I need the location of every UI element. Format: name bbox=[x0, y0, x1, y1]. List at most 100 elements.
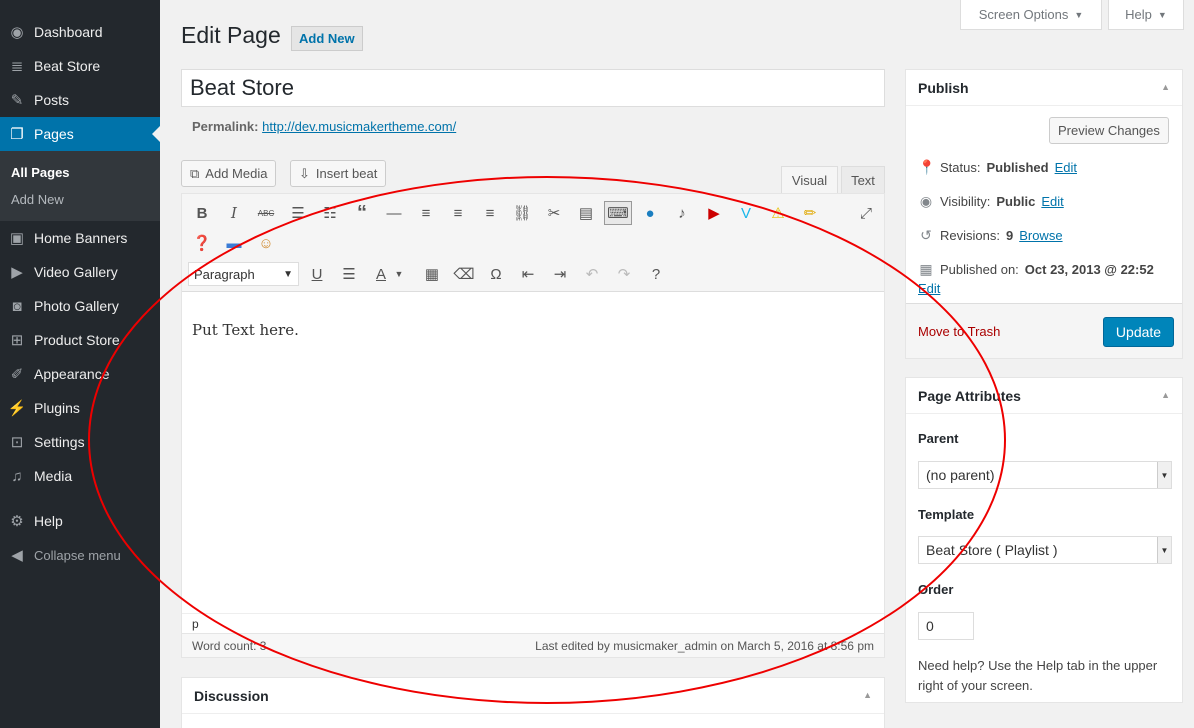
help-label: Help bbox=[1125, 7, 1152, 22]
page-attributes-title[interactable]: Page Attributes bbox=[906, 378, 1182, 414]
user-icon[interactable]: ☺ bbox=[254, 231, 278, 255]
menu-media[interactable]: ♫ Media bbox=[0, 459, 160, 493]
menu-dashboard[interactable]: ◉ Dashboard bbox=[0, 15, 160, 49]
bold-icon[interactable]: B bbox=[190, 201, 214, 225]
menu-posts[interactable]: ✎ Posts bbox=[0, 83, 160, 117]
download-icon: ⇩ bbox=[299, 165, 310, 181]
collapse-arrow-icon[interactable]: ▲ bbox=[1161, 390, 1170, 400]
menu-label: Help bbox=[34, 513, 63, 529]
menu-help[interactable]: ⚙ Help bbox=[0, 504, 160, 538]
toolbar-toggle-icon[interactable]: ⌨ bbox=[604, 201, 632, 225]
submenu-add-new[interactable]: Add New bbox=[11, 192, 64, 207]
calendar-icon: ▦ bbox=[919, 261, 933, 277]
add-new-button[interactable]: Add New bbox=[291, 26, 363, 51]
quote-bubble-icon[interactable]: ● bbox=[638, 201, 662, 225]
chevron-down-icon[interactable]: ▼ bbox=[392, 262, 406, 286]
format-select[interactable]: Paragraph ▼ bbox=[188, 262, 299, 286]
unlink-icon[interactable]: ✂ bbox=[542, 201, 566, 225]
screen-options-tab[interactable]: Screen Options ▼ bbox=[960, 0, 1102, 30]
tab-visual[interactable]: Visual bbox=[781, 166, 838, 194]
keyboard-shortcuts-icon[interactable]: ? bbox=[644, 262, 668, 286]
plugin-icon: ⚡ bbox=[7, 400, 27, 417]
outdent-icon[interactable]: ⇤ bbox=[516, 262, 540, 286]
bullet-list-icon[interactable]: ☰ bbox=[286, 201, 310, 225]
align-right-icon[interactable]: ≡ bbox=[478, 201, 502, 225]
read-more-icon[interactable]: ▤ bbox=[574, 201, 598, 225]
help-tab[interactable]: Help ▼ bbox=[1108, 0, 1184, 30]
menu-beat-store[interactable]: ≣ Beat Store bbox=[0, 49, 160, 83]
image-icon[interactable]: ▬ bbox=[222, 231, 246, 255]
menu-label: Home Banners bbox=[34, 230, 128, 246]
menu-label: Photo Gallery bbox=[34, 298, 119, 314]
parent-select[interactable]: (no parent) ▼ bbox=[918, 461, 1172, 489]
submenu-all-pages[interactable]: All Pages bbox=[11, 165, 70, 180]
numbered-list-icon[interactable]: ☷ bbox=[318, 201, 342, 225]
menu-settings[interactable]: ⊡ Settings bbox=[0, 425, 160, 459]
order-input[interactable]: 0 bbox=[918, 612, 974, 640]
collapse-arrow-icon[interactable]: ▲ bbox=[1161, 82, 1170, 92]
pencil-icon[interactable]: ✏ bbox=[798, 201, 822, 225]
tab-text[interactable]: Text bbox=[841, 166, 885, 194]
italic-icon[interactable]: I bbox=[222, 201, 246, 225]
indent-icon[interactable]: ⇥ bbox=[548, 262, 572, 286]
paste-text-icon[interactable]: ▦ bbox=[420, 262, 444, 286]
parent-value: (no parent) bbox=[926, 467, 995, 483]
horizontal-line-icon[interactable]: — bbox=[382, 201, 406, 225]
underline-icon[interactable]: U bbox=[305, 262, 329, 286]
editor-content[interactable]: Put Text here. bbox=[192, 321, 299, 339]
edit-visibility-link[interactable]: Edit bbox=[1041, 194, 1063, 209]
audio-icon[interactable]: ♪ bbox=[670, 201, 694, 225]
post-title-input[interactable]: Beat Store bbox=[181, 69, 885, 107]
align-center-icon[interactable]: ≡ bbox=[446, 201, 470, 225]
edit-date-link[interactable]: Edit bbox=[918, 281, 940, 296]
update-button[interactable]: Update bbox=[1103, 317, 1174, 347]
collapse-menu-button[interactable]: ◀ Collapse menu bbox=[0, 538, 160, 572]
link-icon[interactable]: ⛓ bbox=[510, 201, 534, 225]
edit-status-link[interactable]: Edit bbox=[1055, 160, 1077, 175]
text-color-icon[interactable]: A bbox=[369, 262, 393, 286]
collapse-arrow-icon: ◀ bbox=[11, 547, 23, 564]
camera-icon: ◙ bbox=[12, 297, 22, 315]
template-select[interactable]: Beat Store ( Playlist ) ▼ bbox=[918, 536, 1172, 564]
status-label: Status: bbox=[940, 160, 981, 175]
menu-photo-gallery[interactable]: ◙ Photo Gallery bbox=[0, 289, 160, 323]
vimeo-icon[interactable]: V bbox=[734, 201, 758, 225]
menu-product-store[interactable]: ⊞ Product Store bbox=[0, 323, 160, 357]
warning-icon[interactable]: ⚠ bbox=[766, 201, 790, 225]
last-edited: Last edited by musicmaker_admin on March… bbox=[535, 638, 874, 653]
redo-icon[interactable]: ↷ bbox=[612, 262, 636, 286]
chevron-down-icon: ▼ bbox=[283, 268, 293, 280]
menu-label: Product Store bbox=[34, 332, 120, 348]
publish-title[interactable]: Publish bbox=[906, 70, 1182, 106]
parent-label: Parent bbox=[918, 431, 959, 446]
special-character-icon[interactable]: Ω bbox=[484, 262, 508, 286]
menu-video-gallery[interactable]: ▶ Video Gallery bbox=[0, 255, 160, 289]
permalink-url[interactable]: http://dev.musicmakertheme.com/ bbox=[262, 119, 456, 134]
move-to-trash-link[interactable]: Move to Trash bbox=[918, 324, 1000, 339]
align-left-icon[interactable]: ≡ bbox=[414, 201, 438, 225]
undo-icon[interactable]: ↶ bbox=[580, 262, 604, 286]
collapse-arrow-icon[interactable]: ▲ bbox=[863, 690, 872, 700]
menu-home-banners[interactable]: ▣ Home Banners bbox=[0, 221, 160, 255]
published-on-row: ▦ Published on: Oct 23, 2013 @ 22:52 bbox=[918, 261, 1153, 278]
strikethrough-icon[interactable]: ABC bbox=[254, 201, 278, 225]
insert-beat-label: Insert beat bbox=[315, 166, 378, 181]
browse-revisions-link[interactable]: Browse bbox=[1019, 228, 1062, 243]
justify-icon[interactable]: ☰ bbox=[337, 262, 361, 286]
clear-formatting-icon[interactable]: ⌫ bbox=[452, 262, 476, 286]
blockquote-icon[interactable]: “ bbox=[350, 201, 374, 225]
menu-label: Dashboard bbox=[34, 24, 103, 40]
add-media-button[interactable]: ⧉ Add Media bbox=[181, 160, 277, 187]
help-circle-icon[interactable]: ❓ bbox=[190, 231, 214, 255]
fullscreen-icon[interactable]: ⤢ bbox=[854, 201, 878, 225]
dashboard-icon: ◉ bbox=[10, 24, 24, 41]
youtube-icon[interactable]: ▶ bbox=[702, 201, 726, 225]
insert-beat-button[interactable]: ⇩ Insert beat bbox=[290, 160, 387, 187]
menu-appearance[interactable]: ✐ Appearance bbox=[0, 357, 160, 391]
chevron-down-icon: ▼ bbox=[1074, 9, 1084, 20]
discussion-title[interactable]: Discussion bbox=[182, 678, 884, 714]
menu-plugins[interactable]: ⚡ Plugins bbox=[0, 391, 160, 425]
menu-pages[interactable]: ❐ Pages bbox=[0, 117, 160, 151]
preview-changes-button[interactable]: Preview Changes bbox=[1049, 117, 1169, 144]
revisions-label: Revisions: bbox=[940, 228, 1000, 243]
